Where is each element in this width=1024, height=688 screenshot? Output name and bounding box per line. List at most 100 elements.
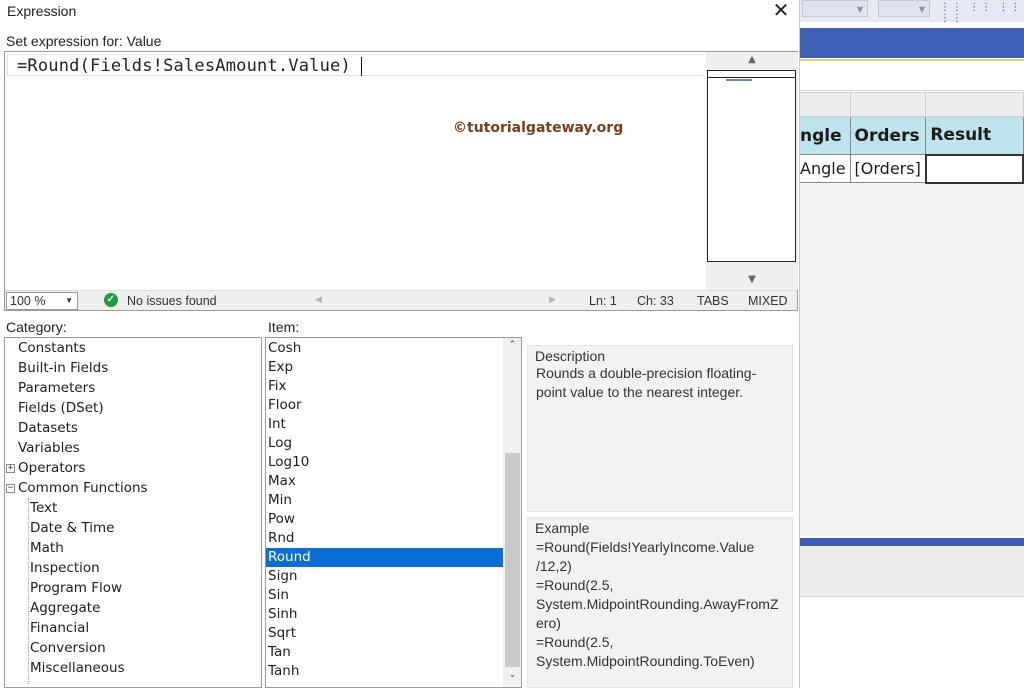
tree-item-date-time[interactable]: Date & Time [30,518,114,538]
expression-editor[interactable]: =Round(Fields!SalesAmount.Value) ©tutori… [4,51,798,311]
list-item[interactable]: Fix [266,377,503,396]
line-indicator: Ln: 1 [589,294,617,308]
item-label: Item: [268,319,300,335]
description-panel: Description Rounds a double-precision fl… [527,345,793,512]
tablix-data-cell-selected[interactable] [924,153,1024,184]
tree-item-conversion[interactable]: Conversion [30,638,106,658]
tablix-data-cell[interactable]: Angle [800,154,851,183]
check-circle-icon: ✓ [104,293,118,307]
tablix-header-cell[interactable]: Result [925,116,1024,155]
list-item[interactable]: Log [266,434,503,453]
text-caret [361,57,362,76]
list-item[interactable]: Int [266,415,503,434]
issues-status: No issues found [127,294,217,308]
tabs-indicator[interactable]: TABS [697,294,729,308]
watermark: ©tutorialgateway.org [453,120,624,136]
list-item[interactable]: Min [266,491,503,510]
ide-toolbar: ▼ ▼ ⋮⋮ ⋮⋮ ⋮⋮ ⋮⋮ [800,0,1024,24]
background-ide: ▼ ▼ ⋮⋮ ⋮⋮ ⋮⋮ ⋮⋮ ngle Orders Result Angle… [800,0,1024,688]
ide-tab-strip [800,28,1024,58]
zoom-value: 100 % [10,294,46,308]
tree-item-fields[interactable]: Fields (DSet) [18,398,104,418]
dialog-title: Expression [7,3,77,19]
example-line: System.MidpointRounding.ToEven) [536,653,755,669]
expression-dialog: Expression ✕ Set expression for: Value =… [0,0,800,688]
tablix-data-cell[interactable]: [Orders] [849,154,927,183]
editor-status-bar: 100 % ▼ ✓ No issues found ◀ ▶ Ln: 1 Ch: … [5,290,797,310]
tree-guide-line [28,498,29,684]
tree-item-datasets[interactable]: Datasets [18,418,78,438]
tablix-header-cell[interactable]: Orders [849,116,927,155]
example-panel: Example =Round(Fields!YearlyIncome.Value… [527,517,793,688]
ide-toolbar-icons[interactable]: ⋮⋮ ⋮⋮ ⋮⋮ ⋮⋮ [940,2,1024,24]
list-item[interactable]: Max [266,472,503,491]
editor-vertical-scrollbar[interactable]: ▲ ▼ [706,52,798,290]
item-list[interactable]: Cosh Exp Fix Floor Int Log Log10 Max Min… [265,337,522,688]
tree-item-math[interactable]: Math [30,538,64,558]
ide-tab-accent [800,59,1024,61]
example-title: Example [535,520,590,536]
ide-toolbar-combo[interactable]: ▼ [802,0,868,17]
list-item[interactable]: Exp [266,358,503,377]
list-item[interactable]: Sin [266,586,503,605]
tree-item-program-flow[interactable]: Program Flow [30,578,122,598]
example-line: ero) [536,615,561,631]
category-tree[interactable]: Constants Built-in Fields Parameters Fie… [4,337,262,688]
list-item-selected[interactable]: Round [266,548,503,567]
tree-item-common-functions[interactable]: Common Functions [18,478,148,498]
tree-item-parameters[interactable]: Parameters [18,378,95,398]
list-item[interactable]: Log10 [266,453,503,472]
example-line: System.MidpointRounding.AwayFromZ [536,596,779,612]
dialog-titlebar: Expression ✕ [0,0,800,26]
chevron-down-icon[interactable]: ⌄ [503,670,521,684]
scroll-up-icon[interactable]: ▲ [742,54,762,68]
ide-panel-tab-strip [800,538,1024,546]
line-ending-indicator[interactable]: MIXED [748,294,788,308]
tree-item-built-in-fields[interactable]: Built-in Fields [18,358,108,378]
list-item[interactable]: Rnd [266,529,503,548]
description-text: Rounds a double-precision floating-point… [536,365,757,400]
list-item[interactable]: Floor [266,396,503,415]
list-item[interactable]: Tan [266,643,503,662]
close-button[interactable]: ✕ [768,0,794,22]
collapse-minus-icon[interactable]: − [6,484,15,493]
zoom-select[interactable]: 100 % ▼ [6,292,78,310]
scroll-right-icon[interactable]: ▶ [549,294,556,305]
expand-plus-icon[interactable]: + [6,464,15,473]
tree-item-text[interactable]: Text [30,498,57,518]
example-line: =Round(Fields!YearlyIncome.Value [536,539,755,555]
list-item[interactable]: Pow [266,510,503,529]
scroll-left-icon[interactable]: ◀ [315,294,322,305]
tree-item-aggregate[interactable]: Aggregate [30,598,100,618]
editor-minimap[interactable] [707,70,796,262]
list-item[interactable]: Sign [266,567,503,586]
list-item[interactable]: Sqrt [266,624,503,643]
scroll-down-icon[interactable]: ▼ [742,274,762,288]
chevron-down-icon: ▼ [65,296,73,305]
description-title: Description [535,348,606,364]
ide-grouping-pane [800,546,1024,596]
list-item[interactable]: Sinh [266,605,503,624]
current-line-highlight: =Round(Fields!SalesAmount.Value) [7,54,703,76]
tree-item-inspection[interactable]: Inspection [30,558,100,578]
example-line: =Round(2.5, [536,577,614,593]
tree-item-operators[interactable]: Operators [18,458,85,478]
close-icon: ✕ [772,0,790,22]
set-expression-label: Set expression for: Value [6,33,162,49]
code-area[interactable]: =Round(Fields!SalesAmount.Value) ©tutori… [5,52,703,290]
expression-text[interactable]: =Round(Fields!SalesAmount.Value) [17,56,351,76]
tree-item-variables[interactable]: Variables [18,438,80,458]
tree-item-constants[interactable]: Constants [18,338,86,358]
item-list-scrollbar[interactable]: ⌃ ⌄ [503,338,521,687]
report-tablix[interactable]: ngle Orders Result Angle [Orders] [800,92,1024,184]
list-item[interactable]: Tanh [266,662,503,681]
scrollbar-thumb[interactable] [505,453,520,667]
example-line: =Round(2.5, [536,634,614,650]
tree-item-financial[interactable]: Financial [30,618,89,638]
chevron-up-icon[interactable]: ⌃ [503,340,521,354]
list-item[interactable]: Cosh [266,339,503,358]
tree-item-miscellaneous[interactable]: Miscellaneous [30,658,125,678]
tablix-header-cell[interactable]: ngle [800,116,851,155]
example-text: =Round(Fields!YearlyIncome.Value /12,2) … [536,538,779,671]
ide-toolbar-combo[interactable]: ▼ [878,0,930,17]
